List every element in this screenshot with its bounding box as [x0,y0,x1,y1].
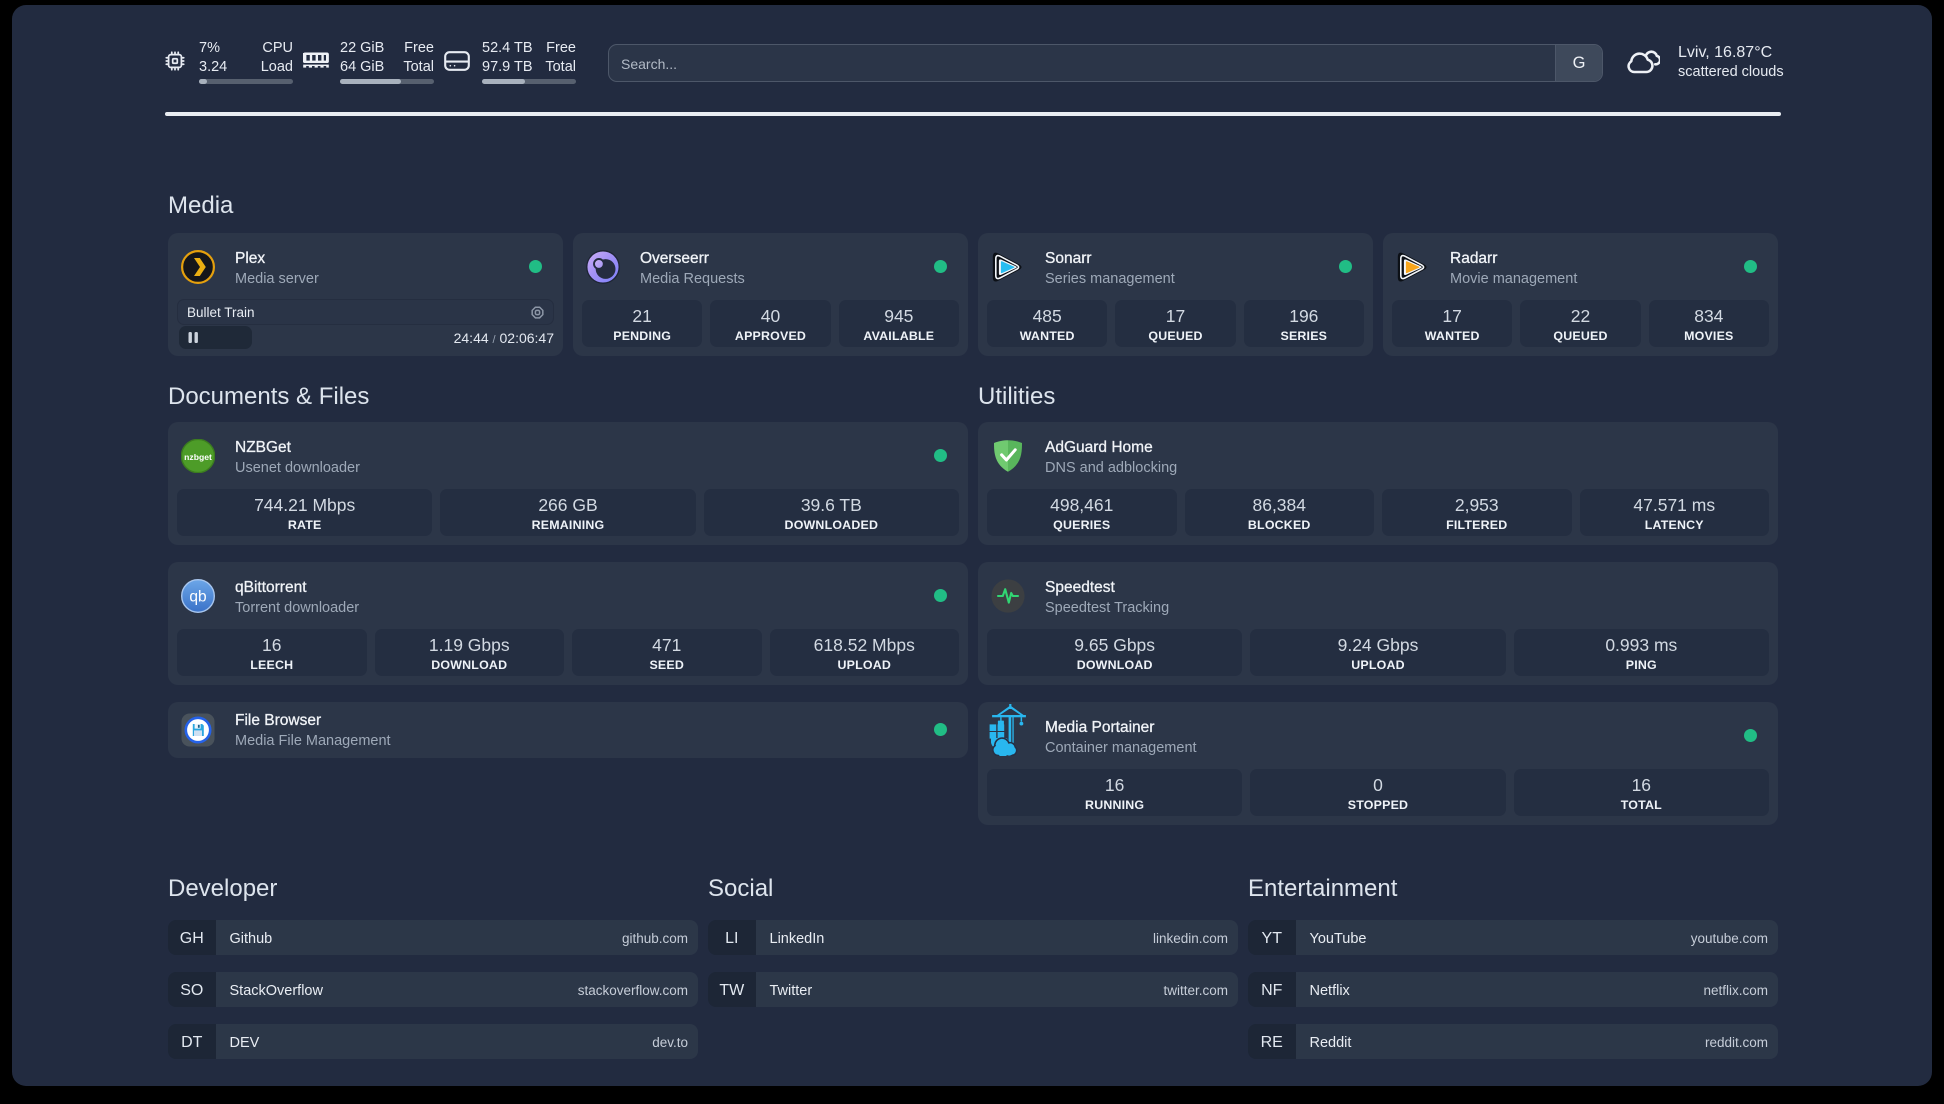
svg-text:nzbget: nzbget [184,452,212,462]
svg-text:qb: qb [189,589,206,606]
